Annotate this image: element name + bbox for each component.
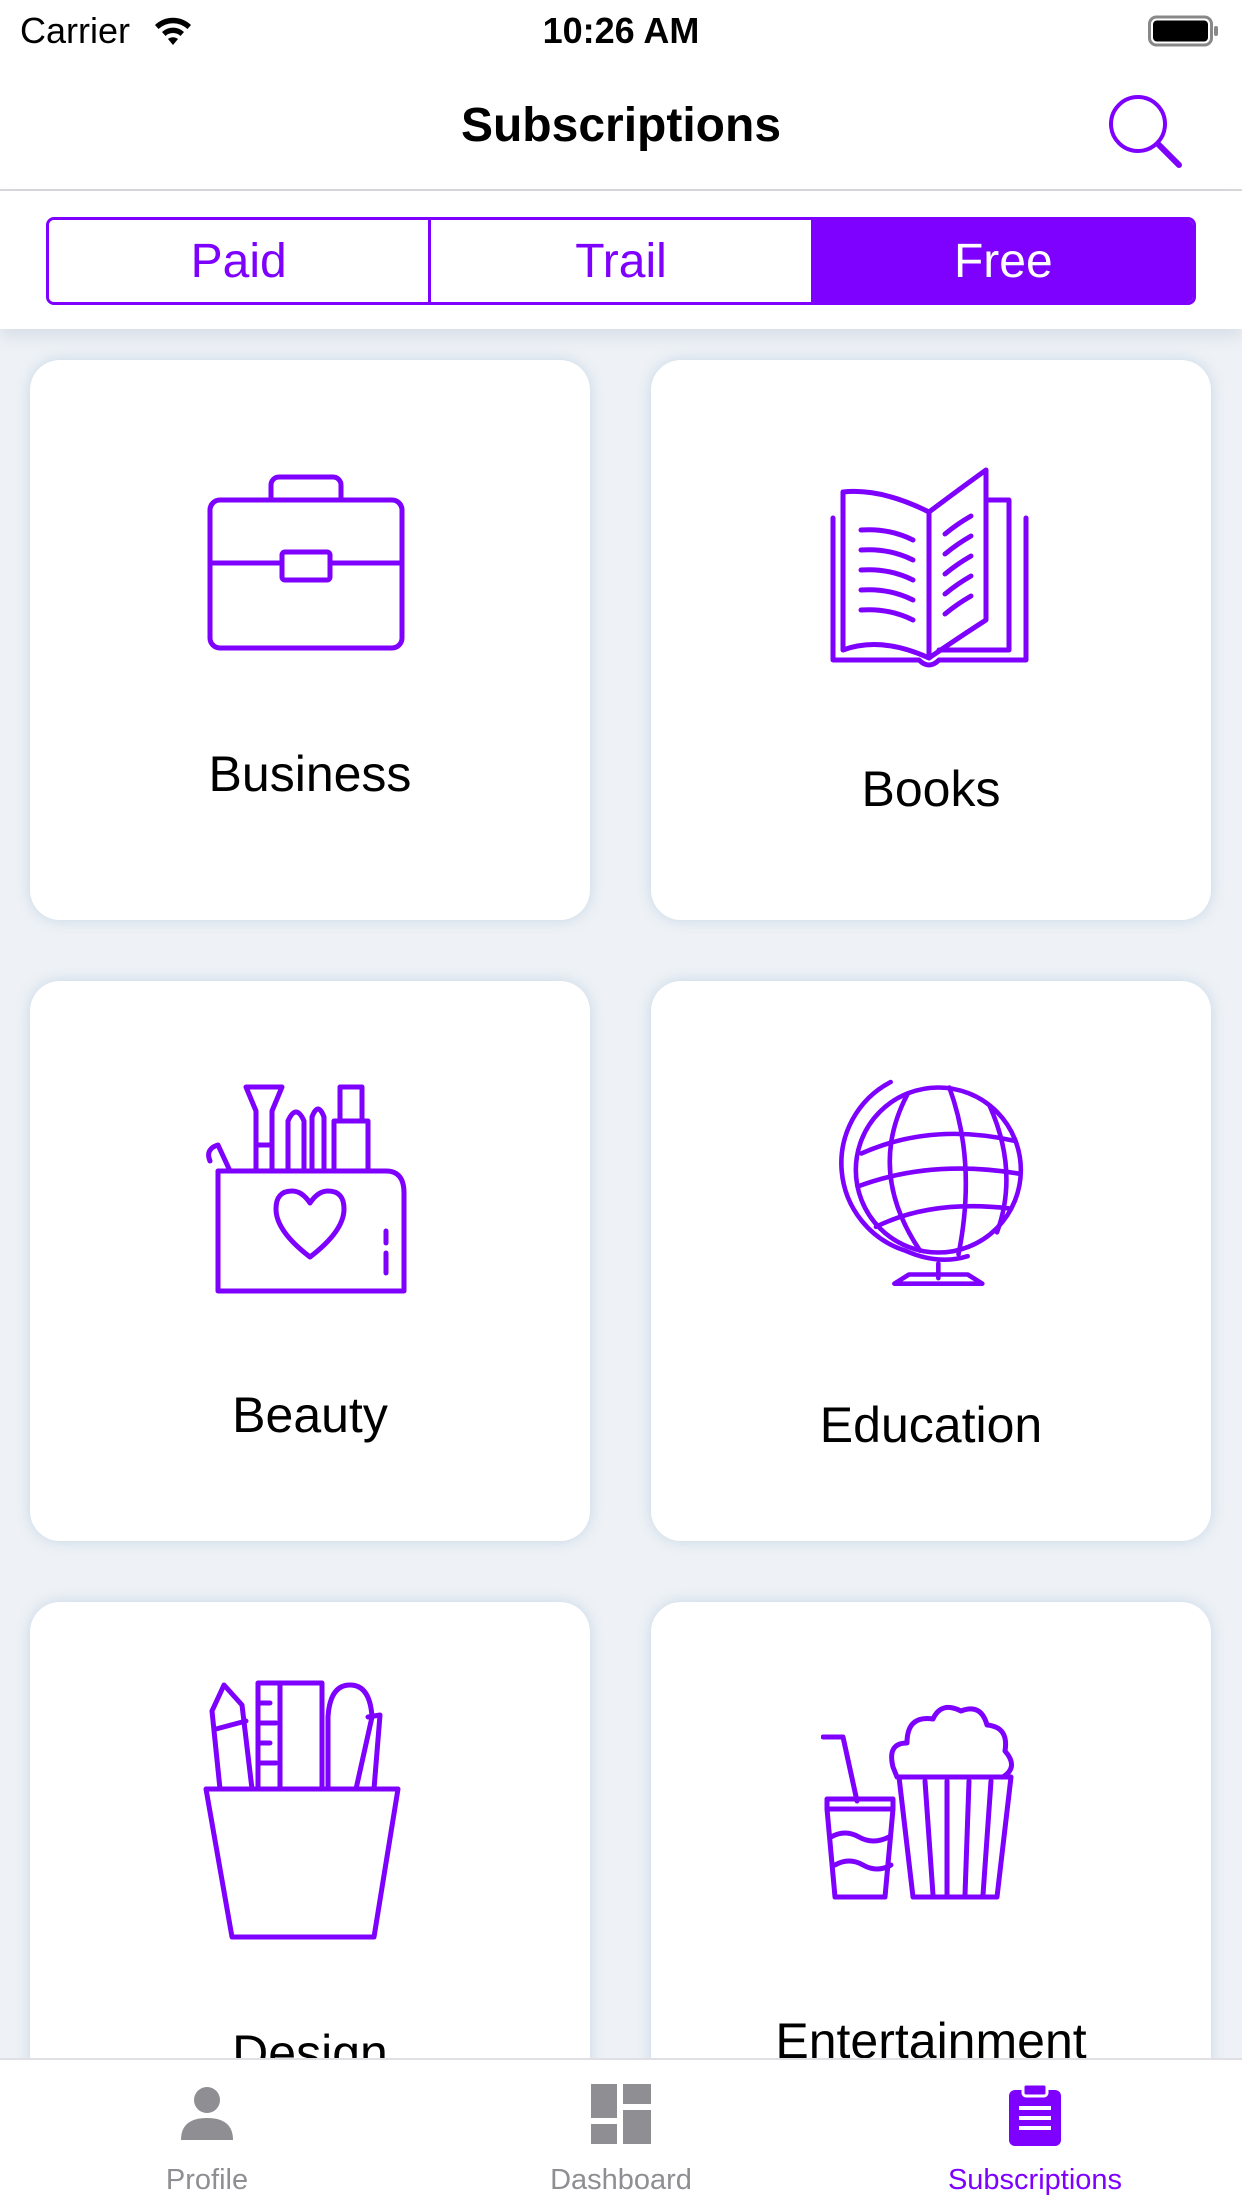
tab-bar: Profile Dashboard Subscriptions	[0, 2058, 1242, 2208]
segment-trail[interactable]: Trail	[428, 220, 811, 302]
tab-label: Dashboard	[550, 2164, 692, 2196]
category-card-books[interactable]: Books	[651, 360, 1211, 920]
category-card-beauty[interactable]: Beauty	[30, 981, 590, 1541]
navigation-bar: Subscriptions	[0, 62, 1242, 191]
makeup-bag-icon	[206, 1084, 407, 1294]
category-label: Entertainment	[775, 2013, 1087, 2058]
clipboard-icon	[1009, 2082, 1061, 2146]
dashboard-icon	[591, 2084, 651, 2144]
person-icon	[181, 2087, 233, 2140]
category-card-design[interactable]: Design	[30, 1602, 590, 2058]
tab-dashboard[interactable]: Dashboard	[414, 2060, 828, 2208]
category-label: Beauty	[232, 1387, 388, 1443]
clock-time: 10:26 AM	[542, 10, 700, 51]
search-icon[interactable]	[1106, 92, 1184, 170]
category-card-business[interactable]: Business	[30, 360, 590, 920]
tab-subscriptions[interactable]: Subscriptions	[828, 2060, 1242, 2208]
segment-container: Paid Trail Free	[0, 191, 1242, 329]
status-bar: Carrier 10:26 AM	[0, 0, 1242, 62]
category-card-education[interactable]: Education	[651, 981, 1211, 1541]
tab-label: Profile	[165, 2164, 249, 2196]
tab-label: Subscriptions	[947, 2164, 1123, 2196]
category-label: Design	[232, 2025, 388, 2058]
segment-free[interactable]: Free	[810, 220, 1193, 302]
category-label: Education	[819, 1397, 1043, 1453]
open-book-icon	[830, 467, 1029, 668]
category-grid: Business Books Beauty Education Design E…	[0, 329, 1242, 2058]
globe-icon	[839, 1079, 1024, 1286]
subscriptions-screen: Carrier 10:26 AM Subscriptions Paid Trai…	[0, 0, 1242, 2208]
briefcase-icon	[207, 474, 405, 651]
plan-type-segmented-control: Paid Trail Free	[46, 217, 1196, 305]
category-card-entertainment[interactable]: Entertainment	[651, 1602, 1211, 2058]
page-title: Subscriptions	[460, 99, 782, 152]
battery-icon	[1148, 15, 1218, 47]
category-label: Books	[861, 761, 1001, 817]
segment-paid[interactable]: Paid	[49, 220, 429, 302]
pencil-cup-icon	[203, 1680, 401, 1940]
category-label: Business	[208, 746, 412, 802]
popcorn-drink-icon	[821, 1704, 1014, 1900]
tab-profile[interactable]: Profile	[0, 2060, 414, 2208]
